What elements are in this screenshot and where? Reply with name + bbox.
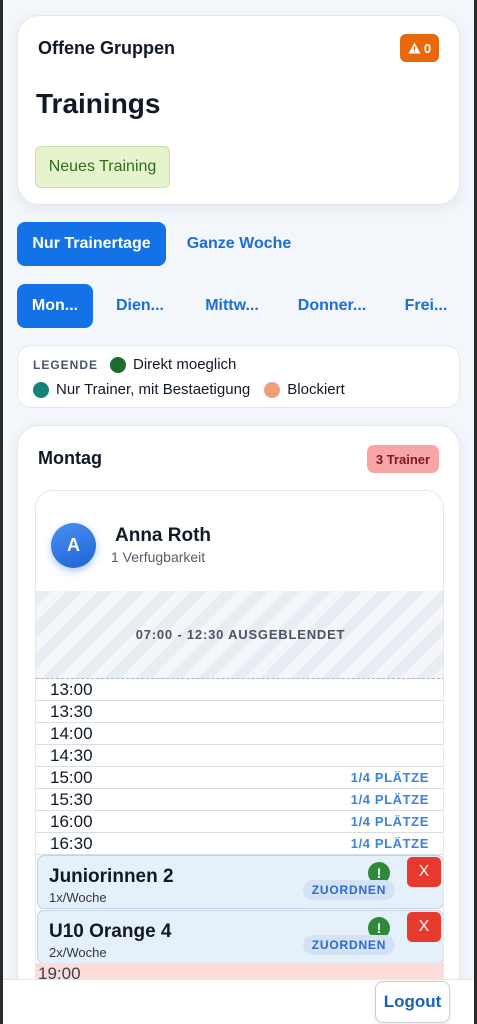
window-frame-left <box>0 0 3 1024</box>
time-slot[interactable]: 14:30 <box>36 745 443 767</box>
remove-group-button[interactable]: X <box>407 857 441 887</box>
legend-dot-confirmation <box>33 381 49 398</box>
slot-capacity: 1/4 PLÄTZE <box>350 792 429 807</box>
hidden-range-block[interactable]: 07:00 - 12:30 AUSGEBLENDET <box>36 591 443 679</box>
new-training-button[interactable]: Neues Training <box>35 146 170 188</box>
group-name: Juniorinnen 2 <box>49 866 174 887</box>
legend-dot-direct <box>110 356 127 373</box>
logout-button[interactable]: Logout <box>375 981 450 1023</box>
day-tab-thursday[interactable]: Donner... <box>287 284 377 328</box>
day-title: Montag <box>38 448 102 468</box>
time-slot[interactable]: 15:00 1/4 PLÄTZE <box>36 767 443 789</box>
day-tab-wednesday[interactable]: Mittw... <box>194 284 270 328</box>
time-slot[interactable]: 14:00 <box>36 723 443 745</box>
slot-time: 14:00 <box>50 724 93 743</box>
slot-time: 16:00 <box>50 812 93 831</box>
slot-time: 15:30 <box>50 790 93 809</box>
group-u10-orange-4[interactable]: U10 Orange 4 2x/Woche ! ZUORDNEN X <box>37 910 443 964</box>
legend-label-confirmation: Nur Trainer, mit Bestaetigung <box>56 381 251 398</box>
warning-count: 0 <box>423 40 432 56</box>
time-slot[interactable]: 13:30 <box>36 701 443 723</box>
group-name: U10 Orange 4 <box>49 921 172 942</box>
trainer-availability: 1 Verfugbarkeit <box>111 549 206 565</box>
header-card: Offene Gruppen 0 Trainings Neues Trainin… <box>17 15 460 205</box>
legend-title: LEGENDE <box>33 357 99 372</box>
slot-time: 16:30 <box>50 834 93 853</box>
open-groups-title: Offene Gruppen <box>38 38 176 58</box>
slot-capacity: 1/4 PLÄTZE <box>350 814 429 829</box>
slot-capacity: 1/4 PLÄTZE <box>350 770 429 785</box>
group-frequency: 2x/Woche <box>49 945 107 960</box>
assign-button[interactable]: ZUORDNEN <box>303 935 395 955</box>
tab-trainer-days[interactable]: Nur Trainertage <box>17 222 166 266</box>
legend-label-blocked: Blockiert <box>287 381 345 398</box>
page-title: Trainings <box>36 88 161 119</box>
open-groups-warning-badge[interactable]: 0 <box>400 34 439 62</box>
day-tab-tuesday[interactable]: Dien... <box>104 284 176 328</box>
slot-capacity: 1/4 PLÄTZE <box>350 836 429 851</box>
trainer-count-badge: 3 Trainer <box>367 445 439 473</box>
trainer-card: A Anna Roth 1 Verfugbarkeit 07:00 - 12:3… <box>35 490 444 1024</box>
slot-time: 13:30 <box>50 702 93 721</box>
time-slot[interactable]: 16:30 1/4 PLÄTZE <box>36 833 443 855</box>
day-tab-friday[interactable]: Frei... <box>396 284 456 328</box>
time-slot[interactable]: 13:00 <box>36 679 443 701</box>
day-tab-monday[interactable]: Mon... <box>17 284 93 328</box>
legend-card: LEGENDE Direkt moeglich Nur Trainer, mit… <box>17 345 460 408</box>
avatar: A <box>51 523 96 568</box>
tab-whole-week[interactable]: Ganze Woche <box>174 222 304 266</box>
legend-dot-blocked <box>264 381 281 398</box>
group-frequency: 1x/Woche <box>49 890 107 905</box>
slot-time: 14:30 <box>50 746 93 765</box>
slot-time: 15:00 <box>50 768 93 787</box>
trainer-name: Anna Roth <box>115 525 212 546</box>
remove-group-button[interactable]: X <box>407 912 441 942</box>
warning-icon <box>408 42 421 54</box>
footer-bar: Logout <box>3 979 474 1024</box>
day-card: Montag 3 Trainer A Anna Roth 1 Verfugbar… <box>17 425 460 1024</box>
slot-time: 13:00 <box>50 680 93 699</box>
assign-button[interactable]: ZUORDNEN <box>303 880 395 900</box>
time-slot[interactable]: 15:30 1/4 PLÄTZE <box>36 789 443 811</box>
legend-label-direct: Direkt moeglich <box>133 356 237 373</box>
group-juniorinnen-2[interactable]: Juniorinnen 2 1x/Woche ! ZUORDNEN X <box>37 855 443 909</box>
time-slot[interactable]: 16:00 1/4 PLÄTZE <box>36 811 443 833</box>
